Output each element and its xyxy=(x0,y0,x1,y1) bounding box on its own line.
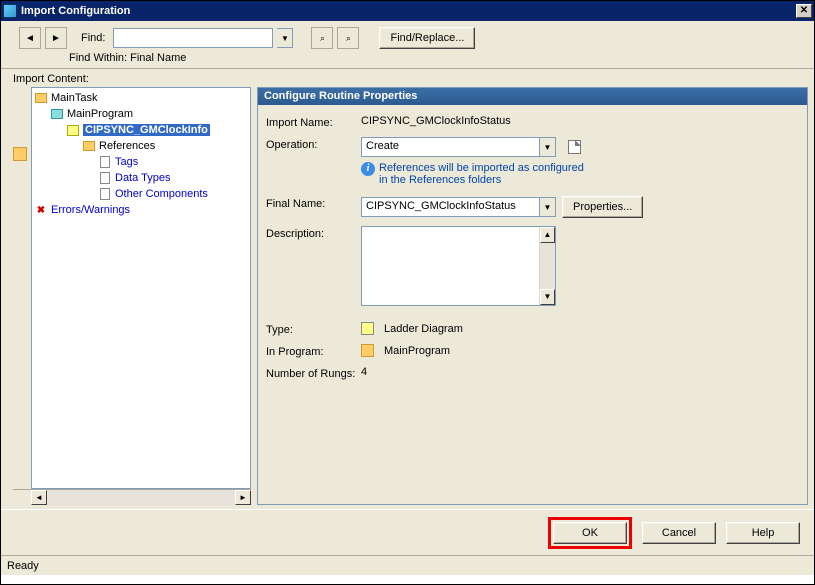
titlebar: Import Configuration ✕ xyxy=(1,1,814,21)
statusbar: Ready xyxy=(1,555,814,575)
new-doc-icon[interactable] xyxy=(568,140,581,154)
bottom-bar: OK Cancel Help xyxy=(1,509,814,555)
chevron-down-icon[interactable]: ▼ xyxy=(539,198,555,216)
help-button[interactable]: Help xyxy=(726,522,800,544)
folder-icon xyxy=(35,93,47,103)
find-replace-button[interactable]: Find/Replace... xyxy=(379,27,475,49)
properties-button[interactable]: Properties... xyxy=(562,196,643,218)
find-within-label: Find Within: Final Name xyxy=(69,52,806,64)
tree-label-errors: Errors/Warnings xyxy=(51,204,130,216)
find-next-button[interactable]: ► xyxy=(45,27,67,49)
document-icon xyxy=(100,156,110,168)
left-pane: Import Content: MainTask MainProgram xyxy=(1,69,255,509)
operation-value: Create xyxy=(362,138,539,156)
tree-node-datatypes[interactable]: Data Types xyxy=(34,170,248,186)
description-textarea[interactable]: ▲ ▼ xyxy=(361,226,556,306)
left-icon-column xyxy=(13,87,31,489)
rungs-value: 4 xyxy=(361,366,795,378)
chevron-down-icon[interactable]: ▼ xyxy=(539,138,555,156)
info-icon: i xyxy=(361,162,375,176)
description-label: Description: xyxy=(266,226,361,240)
info-message: i References will be imported as configu… xyxy=(361,162,795,186)
tree-container[interactable]: MainTask MainProgram CIPSYNC_GMClockInfo… xyxy=(31,87,251,489)
find-dropdown-button[interactable]: ▼ xyxy=(277,28,293,48)
toolbar: ◄ ► Find: ▼ ⌕ ⌕ Find/Replace... Find Wit… xyxy=(1,21,814,69)
rungs-label: Number of Rungs: xyxy=(266,366,361,380)
type-label: Type: xyxy=(266,322,361,336)
import-name-value: CIPSYNC_GMClockInfoStatus xyxy=(361,115,795,127)
type-value: Ladder Diagram xyxy=(384,323,463,335)
status-text: Ready xyxy=(7,560,39,572)
panel-header: Configure Routine Properties xyxy=(258,88,807,105)
find-prev-button[interactable]: ◄ xyxy=(19,27,41,49)
final-name-value: CIPSYNC_GMClockInfoStatus xyxy=(362,198,539,216)
scroll-down-button[interactable]: ▼ xyxy=(540,289,555,305)
left-side-icon xyxy=(13,147,27,161)
tree-label-mainprogram: MainProgram xyxy=(67,108,133,120)
error-icon: ✖ xyxy=(34,203,48,217)
tree-label-othercomponents: Other Components xyxy=(115,188,208,200)
tree-label-tags: Tags xyxy=(115,156,138,168)
properties-panel: Configure Routine Properties Import Name… xyxy=(257,87,808,505)
document-icon xyxy=(100,188,110,200)
scroll-up-button[interactable]: ▲ xyxy=(540,227,555,243)
import-content-label: Import Content: xyxy=(13,73,251,85)
tree-node-maintask[interactable]: MainTask xyxy=(34,90,248,106)
final-name-dropdown[interactable]: CIPSYNC_GMClockInfoStatus ▼ xyxy=(361,197,556,217)
folder-icon xyxy=(83,141,95,151)
tree-label-maintask: MainTask xyxy=(51,92,97,104)
app-icon xyxy=(3,4,17,18)
ladder-icon xyxy=(361,322,374,335)
cancel-button[interactable]: Cancel xyxy=(642,522,716,544)
tree-node-othercomponents[interactable]: Other Components xyxy=(34,186,248,202)
routine-icon xyxy=(67,125,79,136)
find-label: Find: xyxy=(81,32,105,44)
tree-node-tags[interactable]: Tags xyxy=(34,154,248,170)
search-up-button[interactable]: ⌕ xyxy=(311,27,333,49)
textarea-vscrollbar[interactable]: ▲ ▼ xyxy=(539,227,555,305)
find-input[interactable] xyxy=(113,28,273,48)
tree-node-mainprogram[interactable]: MainProgram xyxy=(34,106,248,122)
tree-label-datatypes: Data Types xyxy=(115,172,170,184)
info-text: References will be imported as configure… xyxy=(379,162,589,186)
scroll-track[interactable] xyxy=(47,490,235,505)
search-down-button[interactable]: ⌕ xyxy=(337,27,359,49)
close-button[interactable]: ✕ xyxy=(796,4,812,18)
tree-node-errors[interactable]: ✖ Errors/Warnings xyxy=(34,202,248,218)
import-name-label: Import Name: xyxy=(266,115,361,129)
ok-button[interactable]: OK xyxy=(553,522,627,544)
tree-label-references: References xyxy=(99,140,155,152)
tree-node-references[interactable]: References xyxy=(34,138,248,154)
ok-highlight: OK xyxy=(548,517,632,549)
main-area: Import Content: MainTask MainProgram xyxy=(1,69,814,509)
document-icon xyxy=(100,172,110,184)
operation-label: Operation: xyxy=(266,137,361,151)
program-icon xyxy=(361,344,374,357)
tree-node-routine[interactable]: CIPSYNC_GMClockInfo xyxy=(34,122,248,138)
tree-hscrollbar[interactable]: ◄ ► xyxy=(13,489,251,505)
window-title: Import Configuration xyxy=(21,5,796,17)
scroll-right-button[interactable]: ► xyxy=(235,490,251,505)
in-program-value: MainProgram xyxy=(384,345,450,357)
scroll-left-button[interactable]: ◄ xyxy=(31,490,47,505)
tree-label-routine: CIPSYNC_GMClockInfo xyxy=(83,124,210,136)
program-icon xyxy=(51,109,63,119)
in-program-label: In Program: xyxy=(266,344,361,358)
final-name-label: Final Name: xyxy=(266,196,361,210)
operation-dropdown[interactable]: Create ▼ xyxy=(361,137,556,157)
right-pane: Configure Routine Properties Import Name… xyxy=(255,69,814,509)
